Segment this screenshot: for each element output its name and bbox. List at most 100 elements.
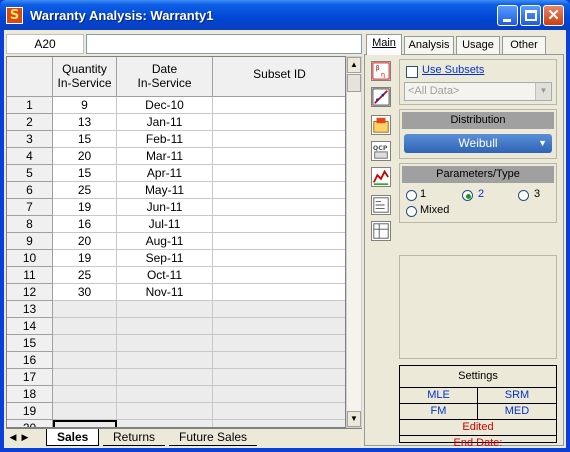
subset-cell[interactable] bbox=[213, 369, 345, 386]
subset-cell[interactable] bbox=[213, 131, 345, 148]
minimize-button[interactable] bbox=[497, 5, 518, 26]
row-number[interactable]: 14 bbox=[7, 318, 53, 335]
quantity-cell[interactable] bbox=[53, 352, 117, 369]
date-cell[interactable] bbox=[117, 369, 213, 386]
sheet-prev-icon[interactable]: ◀ bbox=[8, 431, 18, 444]
row-number[interactable]: 4 bbox=[7, 148, 53, 165]
subset-cell[interactable] bbox=[213, 301, 345, 318]
tab-analysis[interactable]: Analysis bbox=[404, 36, 454, 54]
row-number[interactable]: 9 bbox=[7, 233, 53, 250]
maximize-button[interactable] bbox=[520, 5, 541, 26]
table-row[interactable]: 11 25 Oct-11 bbox=[7, 267, 345, 284]
sheet-button[interactable] bbox=[369, 219, 393, 243]
grid-corner[interactable] bbox=[7, 57, 53, 97]
quantity-cell[interactable]: 15 bbox=[53, 165, 117, 182]
subset-cell[interactable] bbox=[213, 182, 345, 199]
quantity-cell[interactable]: 16 bbox=[53, 216, 117, 233]
row-number[interactable]: 11 bbox=[7, 267, 53, 284]
row-number[interactable]: 3 bbox=[7, 131, 53, 148]
date-cell[interactable] bbox=[117, 318, 213, 335]
data-entry-button[interactable]: β η bbox=[369, 59, 393, 83]
subset-cell[interactable] bbox=[213, 233, 345, 250]
scroll-down-icon[interactable]: ▼ bbox=[347, 411, 361, 427]
formula-input[interactable] bbox=[86, 34, 362, 54]
table-row[interactable]: 4 20 Mar-11 bbox=[7, 148, 345, 165]
quantity-cell[interactable] bbox=[53, 369, 117, 386]
tab-other[interactable]: Other bbox=[502, 36, 546, 54]
quantity-cell[interactable]: 15 bbox=[53, 131, 117, 148]
table-row[interactable]: 9 20 Aug-11 bbox=[7, 233, 345, 250]
subset-cell[interactable] bbox=[213, 199, 345, 216]
chart-button[interactable] bbox=[369, 165, 393, 189]
column-header-subset-id[interactable]: Subset ID bbox=[213, 57, 345, 97]
table-row[interactable]: 5 15 Apr-11 bbox=[7, 165, 345, 182]
table-row[interactable]: 7 19 Jun-11 bbox=[7, 199, 345, 216]
quantity-cell[interactable] bbox=[53, 386, 117, 403]
row-number[interactable]: 17 bbox=[7, 369, 53, 386]
table-row[interactable]: 19 bbox=[7, 403, 345, 420]
table-row[interactable]: 2 13 Jan-11 bbox=[7, 114, 345, 131]
table-row[interactable]: 1 9 Dec-10 bbox=[7, 97, 345, 114]
scroll-thumb[interactable] bbox=[347, 74, 361, 92]
sheet-tab-sales[interactable]: Sales bbox=[46, 429, 100, 446]
quantity-cell[interactable]: 13 bbox=[53, 114, 117, 131]
column-header-quantity[interactable]: Quantity In-Service bbox=[53, 57, 117, 97]
quantity-cell[interactable] bbox=[53, 420, 117, 427]
settings-fm[interactable]: FM bbox=[400, 404, 478, 420]
subset-cell[interactable] bbox=[213, 335, 345, 352]
column-header-date[interactable]: Date In-Service bbox=[117, 57, 213, 97]
table-row[interactable]: 14 bbox=[7, 318, 345, 335]
date-cell[interactable] bbox=[117, 386, 213, 403]
quantity-cell[interactable]: 19 bbox=[53, 199, 117, 216]
row-number[interactable]: 7 bbox=[7, 199, 53, 216]
date-cell[interactable]: Mar-11 bbox=[117, 148, 213, 165]
settings-mle[interactable]: MLE bbox=[400, 388, 478, 404]
date-cell[interactable]: Jun-11 bbox=[117, 199, 213, 216]
date-cell[interactable]: Apr-11 bbox=[117, 165, 213, 182]
subset-cell[interactable] bbox=[213, 352, 345, 369]
date-cell[interactable]: Jul-11 bbox=[117, 216, 213, 233]
quantity-cell[interactable] bbox=[53, 301, 117, 318]
subset-cell[interactable] bbox=[213, 318, 345, 335]
quantity-cell[interactable]: 30 bbox=[53, 284, 117, 301]
row-number[interactable]: 20 bbox=[7, 420, 53, 427]
table-row[interactable]: 12 30 Nov-11 bbox=[7, 284, 345, 301]
table-row[interactable]: 17 bbox=[7, 369, 345, 386]
table-row[interactable]: 10 19 Sep-11 bbox=[7, 250, 345, 267]
date-cell[interactable]: Sep-11 bbox=[117, 250, 213, 267]
subset-cell[interactable] bbox=[213, 114, 345, 131]
quantity-cell[interactable]: 9 bbox=[53, 97, 117, 114]
table-row[interactable]: 18 bbox=[7, 386, 345, 403]
quantity-cell[interactable]: 25 bbox=[53, 267, 117, 284]
subset-cell[interactable] bbox=[213, 267, 345, 284]
use-subsets-label[interactable]: Use Subsets bbox=[422, 64, 484, 76]
date-cell[interactable]: Jan-11 bbox=[117, 114, 213, 131]
row-number[interactable]: 15 bbox=[7, 335, 53, 352]
table-row[interactable]: 13 bbox=[7, 301, 345, 318]
quantity-cell[interactable] bbox=[53, 335, 117, 352]
row-number[interactable]: 19 bbox=[7, 403, 53, 420]
radio-param-mixed[interactable] bbox=[406, 206, 417, 217]
sheet-next-icon[interactable]: ▶ bbox=[20, 431, 30, 444]
qcp-button[interactable]: QCP bbox=[369, 139, 393, 163]
subset-cell[interactable] bbox=[213, 386, 345, 403]
report-button[interactable] bbox=[369, 193, 393, 217]
sheet-tab-returns[interactable]: Returns bbox=[103, 429, 166, 446]
tab-usage[interactable]: Usage bbox=[456, 36, 500, 54]
row-number[interactable]: 13 bbox=[7, 301, 53, 318]
row-number[interactable]: 18 bbox=[7, 386, 53, 403]
subset-cell[interactable] bbox=[213, 216, 345, 233]
date-cell[interactable]: Aug-11 bbox=[117, 233, 213, 250]
quantity-cell[interactable]: 20 bbox=[53, 233, 117, 250]
close-button[interactable]: ✕ bbox=[543, 5, 564, 26]
settings-srm[interactable]: SRM bbox=[478, 388, 556, 404]
subset-cell[interactable] bbox=[213, 403, 345, 420]
radio-param-1[interactable] bbox=[406, 190, 417, 201]
quantity-cell[interactable]: 19 bbox=[53, 250, 117, 267]
subset-cell[interactable] bbox=[213, 97, 345, 114]
distribution-dropdown[interactable]: Weibull ▼ bbox=[404, 134, 552, 153]
table-row[interactable]: 3 15 Feb-11 bbox=[7, 131, 345, 148]
subset-cell[interactable] bbox=[213, 250, 345, 267]
use-subsets-checkbox[interactable] bbox=[406, 66, 418, 78]
subset-cell[interactable] bbox=[213, 420, 345, 427]
